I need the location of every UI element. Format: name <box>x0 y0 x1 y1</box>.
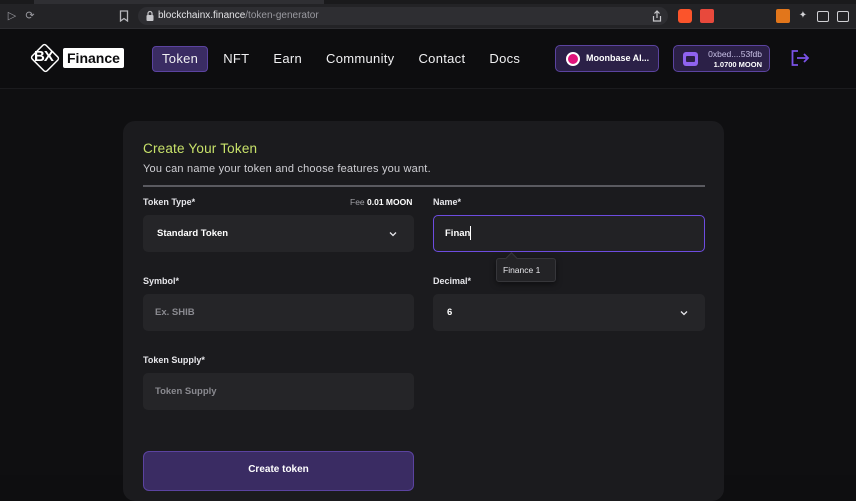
name-input[interactable]: Finan <box>433 215 705 252</box>
url-text: blockchainx.finance/token-generator <box>158 10 319 22</box>
wallet-address: 0xbed....53fdb <box>708 49 762 59</box>
create-token-card: Create Your Token You can name your toke… <box>123 121 724 501</box>
logout-icon[interactable] <box>790 49 810 67</box>
bx-finance-logo[interactable]: BX Finance <box>29 42 133 74</box>
browser-chrome: ▷ ⟳ blockchainx.finance/token-generator … <box>0 0 856 29</box>
wallet-icon <box>683 52 698 66</box>
fee-prefix: Fee <box>350 197 365 207</box>
nav-community[interactable]: Community <box>317 46 403 72</box>
brave-rewards-icon[interactable] <box>700 9 714 23</box>
browser-wallet-icon[interactable] <box>837 11 849 22</box>
nav-contact[interactable]: Contact <box>409 46 474 72</box>
lock-icon <box>146 10 154 21</box>
metamask-fox-icon[interactable] <box>776 9 790 23</box>
reload-icon[interactable]: ⟳ <box>24 10 36 22</box>
logo-wordmark: Finance <box>63 48 124 68</box>
sidebar-toggle-icon[interactable] <box>817 11 829 22</box>
page: BX Finance Token NFT Earn Community Cont… <box>0 29 856 501</box>
site-header: BX Finance Token NFT Earn Community Cont… <box>0 29 856 89</box>
name-autocomplete-suggestion[interactable]: Finance 1 <box>496 258 556 282</box>
token-supply-label: Token Supply* <box>143 355 205 365</box>
decimal-select[interactable]: 6 <box>433 294 705 331</box>
url-host: blockchainx.finance <box>158 10 246 21</box>
main-nav: Token NFT Earn Community Contact Docs <box>152 46 535 72</box>
nav-token[interactable]: Token <box>152 46 209 72</box>
wallet-balance: 1.0700 MOON <box>713 60 762 69</box>
symbol-input[interactable] <box>143 294 414 331</box>
url-path: /token-generator <box>245 10 319 21</box>
nav-docs[interactable]: Docs <box>480 46 529 72</box>
token-supply-input[interactable] <box>143 373 414 410</box>
decimal-value: 6 <box>447 307 453 318</box>
share-icon[interactable] <box>652 10 662 22</box>
token-supply-input-box[interactable] <box>144 374 413 409</box>
token-type-select[interactable]: Standard Token <box>143 215 414 252</box>
nav-earn[interactable]: Earn <box>264 46 311 72</box>
decimal-label: Decimal* <box>433 276 472 286</box>
play-icon[interactable]: ▷ <box>6 10 18 22</box>
extensions-puzzle-icon[interactable]: ✦ <box>797 10 809 22</box>
logo-mark-text: BX <box>34 48 54 65</box>
create-token-button[interactable]: Create token <box>143 451 414 491</box>
text-caret <box>470 226 471 240</box>
name-input-value: Finan <box>445 228 471 239</box>
form-divider <box>143 185 705 187</box>
fee-text: Fee 0.01 MOON <box>350 197 412 207</box>
chevron-down-icon <box>389 232 397 237</box>
network-selector-button[interactable]: Moonbase Al... <box>555 45 659 72</box>
symbol-label: Symbol* <box>143 276 180 286</box>
network-label: Moonbase Al... <box>586 53 650 63</box>
browser-tab[interactable] <box>34 0 324 4</box>
nav-nft[interactable]: NFT <box>214 46 258 72</box>
address-bar[interactable]: blockchainx.finance/token-generator <box>138 7 668 25</box>
symbol-input-box[interactable] <box>144 295 413 330</box>
token-type-value: Standard Token <box>157 228 229 239</box>
chevron-down-icon <box>680 311 688 316</box>
wallet-account-button[interactable]: 0xbed....53fdb 1.0700 MOON <box>673 45 770 72</box>
name-label: Name* <box>433 197 462 207</box>
form-title: Create Your Token <box>143 141 258 156</box>
form-subtitle: You can name your token and choose featu… <box>143 163 431 175</box>
token-type-label: Token Type* <box>143 197 196 207</box>
moonbase-network-icon <box>566 52 580 66</box>
fee-value: 0.01 MOON <box>367 197 413 207</box>
tab-strip <box>0 0 856 4</box>
brave-shield-icon[interactable] <box>678 9 692 23</box>
bookmark-icon[interactable] <box>118 10 130 23</box>
